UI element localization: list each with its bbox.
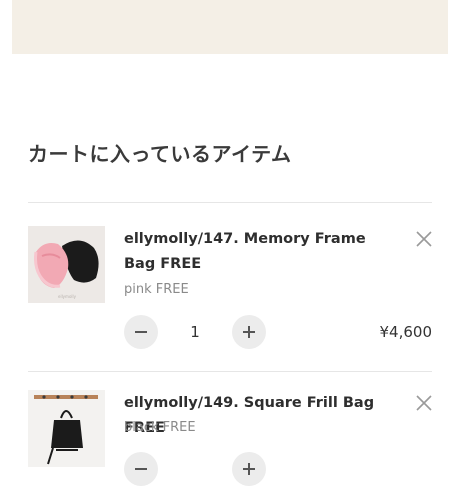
minus-icon	[135, 468, 147, 470]
top-banner	[12, 0, 448, 54]
item-variant: black FREE	[124, 420, 196, 435]
divider	[28, 202, 432, 203]
close-icon	[416, 395, 432, 411]
item-price: ¥4,600	[379, 323, 433, 341]
product-image[interactable]	[28, 390, 105, 467]
cart-section-title: カートに入っているアイテム	[28, 142, 292, 166]
decrease-quantity-button[interactable]	[124, 452, 158, 486]
plus-icon	[243, 326, 255, 338]
increase-quantity-button[interactable]	[232, 452, 266, 486]
item-variant: pink FREE	[124, 282, 189, 297]
remove-item-button[interactable]	[414, 229, 434, 249]
close-icon	[416, 231, 432, 247]
divider	[28, 371, 432, 372]
increase-quantity-button[interactable]	[232, 315, 266, 349]
minus-icon	[135, 331, 147, 333]
plus-icon	[243, 463, 255, 475]
quantity-value: 1	[190, 323, 200, 341]
product-image[interactable]: ellymolly	[28, 226, 105, 303]
decrease-quantity-button[interactable]	[124, 315, 158, 349]
item-name[interactable]: ellymolly/147. Memory Frame Bag FREE	[124, 227, 396, 277]
remove-item-button[interactable]	[414, 393, 434, 413]
svg-text:ellymolly: ellymolly	[58, 294, 77, 299]
